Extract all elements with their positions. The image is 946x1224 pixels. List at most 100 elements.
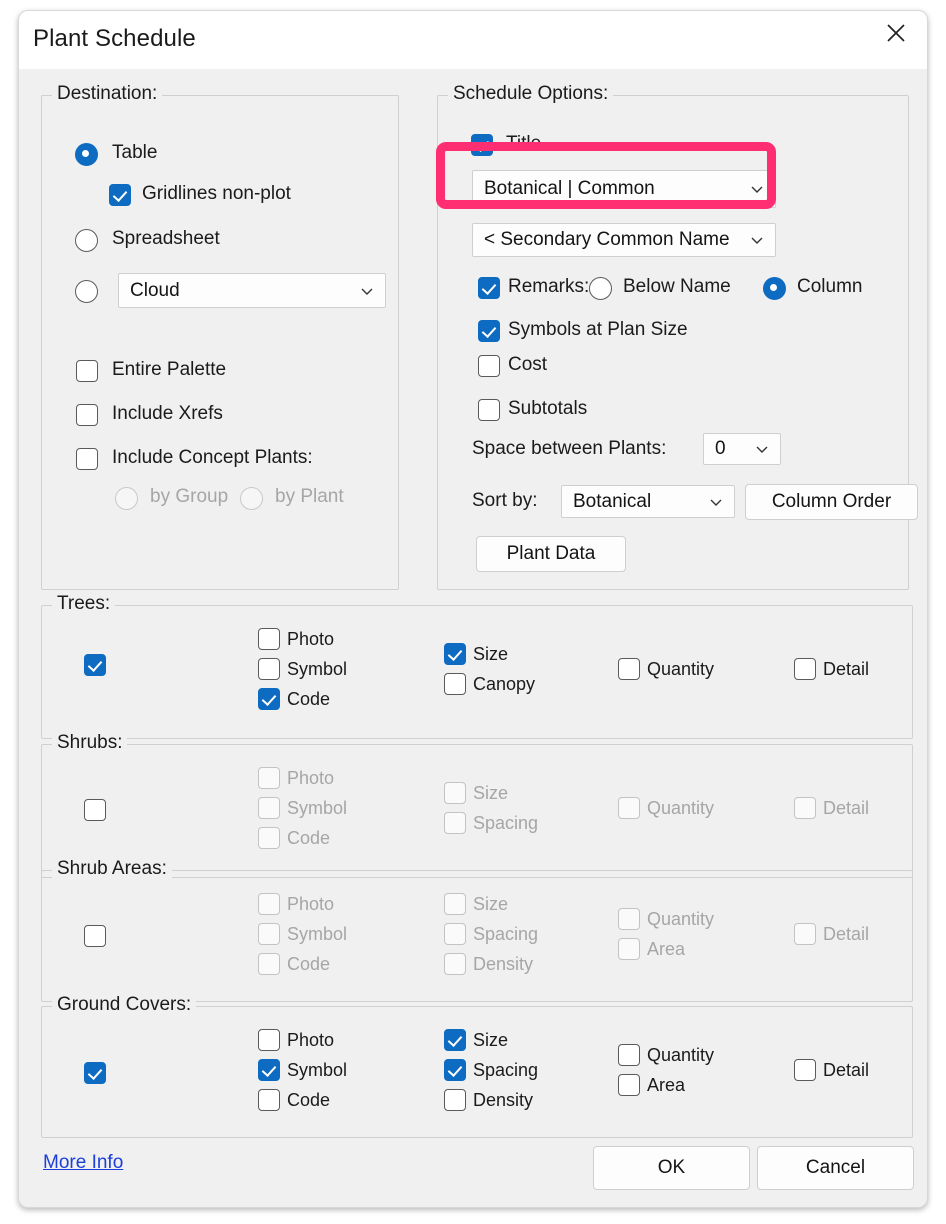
- radio-column-label: Column: [797, 276, 863, 297]
- checkbox-trees-quantity[interactable]: [618, 658, 640, 680]
- sort-by-select[interactable]: Botanical: [561, 485, 735, 518]
- close-icon[interactable]: [865, 11, 927, 55]
- checkbox-ground-covers-code-label: Code: [287, 1090, 331, 1110]
- checkbox-remarks[interactable]: [478, 277, 500, 299]
- radio-by-plant[interactable]: [240, 487, 263, 510]
- checkbox-trees-size-label: Size: [473, 644, 509, 664]
- category-enable-ground-covers[interactable]: [84, 1062, 106, 1084]
- radio-table-label: Table: [112, 142, 158, 163]
- chevron-down-icon: [750, 233, 764, 247]
- checkbox-ground-covers-area[interactable]: [618, 1074, 640, 1096]
- checkbox-subtotals[interactable]: [478, 399, 500, 421]
- checkbox-shrub-areas-spacing[interactable]: [444, 923, 466, 945]
- space-between-plants-select[interactable]: 0: [703, 433, 781, 465]
- checkbox-ground-covers-detail[interactable]: [794, 1059, 816, 1081]
- checkbox-shrub-areas-code[interactable]: [258, 953, 280, 975]
- checkbox-shrub-areas-symbol[interactable]: [258, 923, 280, 945]
- category-enable-shrub-areas[interactable]: [84, 925, 106, 947]
- checkbox-ground-covers-photo[interactable]: [258, 1029, 280, 1051]
- checkbox-shrub-areas-quantity[interactable]: [618, 908, 640, 930]
- radio-table[interactable]: [75, 143, 98, 166]
- checkbox-ground-covers-density[interactable]: [444, 1089, 466, 1111]
- checkbox-shrub-areas-code-label: Code: [287, 954, 331, 974]
- column-order-button[interactable]: Column Order: [745, 484, 918, 520]
- checkbox-trees-canopy-label: Canopy: [473, 674, 536, 694]
- checkbox-entire-palette[interactable]: [76, 360, 98, 382]
- checkbox-shrubs-detail[interactable]: [794, 797, 816, 819]
- chevron-down-icon: [709, 495, 723, 509]
- radio-spreadsheet[interactable]: [75, 229, 98, 252]
- checkbox-shrub-areas-area[interactable]: [618, 938, 640, 960]
- plant-data-button[interactable]: Plant Data: [476, 536, 626, 572]
- sort-by-label: Sort by:: [472, 490, 538, 511]
- checkbox-shrub-areas-detail[interactable]: [794, 923, 816, 945]
- checkbox-shrub-areas-area-label: Area: [647, 939, 686, 959]
- checkbox-subtotals-label: Subtotals: [508, 398, 588, 419]
- ok-button[interactable]: OK: [593, 1146, 750, 1190]
- checkbox-trees-canopy[interactable]: [444, 673, 466, 695]
- category-legend-shrub-areas: Shrub Areas:: [52, 858, 172, 880]
- category-legend-trees: Trees:: [52, 593, 116, 615]
- radio-column[interactable]: [763, 277, 786, 300]
- checkbox-shrub-areas-size[interactable]: [444, 893, 466, 915]
- secondary-name-select[interactable]: < Secondary Common Name: [472, 223, 776, 257]
- category-enable-shrubs[interactable]: [84, 799, 106, 821]
- radio-below-name-label: Below Name: [623, 276, 731, 297]
- checkbox-shrubs-code[interactable]: [258, 827, 280, 849]
- checkbox-ground-covers-quantity-label: Quantity: [647, 1045, 715, 1065]
- checkbox-shrubs-size[interactable]: [444, 782, 466, 804]
- secondary-name-value: < Secondary Common Name: [484, 229, 730, 250]
- chevron-down-icon: [750, 182, 764, 196]
- radio-below-name[interactable]: [589, 277, 612, 300]
- checkbox-trees-photo[interactable]: [258, 628, 280, 650]
- checkbox-ground-covers-spacing[interactable]: [444, 1059, 466, 1081]
- checkbox-trees-code-label: Code: [287, 689, 331, 709]
- checkbox-trees-size[interactable]: [444, 643, 466, 665]
- schedule-options-group: Schedule Options: Title Botanical | Comm…: [437, 83, 918, 590]
- radio-by-plant-label: by Plant: [275, 486, 344, 507]
- checkbox-cost[interactable]: [478, 355, 500, 377]
- checkbox-shrubs-quantity[interactable]: [618, 797, 640, 819]
- checkbox-shrubs-symbol[interactable]: [258, 797, 280, 819]
- radio-by-group[interactable]: [115, 487, 138, 510]
- name-format-select[interactable]: Botanical | Common: [472, 170, 776, 208]
- checkbox-gridlines-non-plot[interactable]: [109, 184, 131, 206]
- checkbox-include-xrefs-label: Include Xrefs: [112, 403, 223, 424]
- category-group-ground-covers: Ground Covers: Photo Symbol Code Size Spacing…: [41, 994, 913, 1138]
- title-bar: Plant Schedule: [19, 11, 927, 69]
- checkbox-ground-covers-size[interactable]: [444, 1029, 466, 1051]
- checkbox-shrub-areas-density[interactable]: [444, 953, 466, 975]
- checkbox-title[interactable]: [471, 134, 493, 156]
- checkbox-shrubs-photo[interactable]: [258, 767, 280, 789]
- radio-cloud[interactable]: [75, 280, 98, 303]
- space-between-plants-label: Space between Plants:: [472, 438, 667, 459]
- checkbox-include-xrefs[interactable]: [76, 404, 98, 426]
- checkbox-entire-palette-label: Entire Palette: [112, 359, 227, 380]
- checkbox-trees-quantity-label: Quantity: [647, 659, 715, 679]
- page-title: Plant Schedule: [33, 25, 196, 52]
- space-between-plants-value: 0: [715, 438, 726, 459]
- checkbox-shrub-areas-density-label: Density: [473, 954, 534, 974]
- checkbox-shrubs-spacing[interactable]: [444, 812, 466, 834]
- more-info-link[interactable]: More Info: [43, 1152, 123, 1174]
- checkbox-cost-label: Cost: [508, 354, 548, 375]
- checkbox-trees-symbol[interactable]: [258, 658, 280, 680]
- checkbox-shrub-areas-photo-label: Photo: [287, 894, 335, 914]
- checkbox-ground-covers-symbol[interactable]: [258, 1059, 280, 1081]
- checkbox-ground-covers-spacing-label: Spacing: [473, 1060, 539, 1080]
- checkbox-include-concept-plants[interactable]: [76, 448, 98, 470]
- category-enable-trees[interactable]: [84, 654, 106, 676]
- checkbox-include-concept-plants-label: Include Concept Plants:: [112, 447, 313, 468]
- checkbox-symbols-at-plan-size[interactable]: [478, 320, 500, 342]
- cancel-button[interactable]: Cancel: [757, 1146, 914, 1190]
- checkbox-ground-covers-quantity[interactable]: [618, 1044, 640, 1066]
- checkbox-shrubs-size-label: Size: [473, 783, 509, 803]
- checkbox-ground-covers-size-label: Size: [473, 1030, 509, 1050]
- cloud-destination-select[interactable]: Cloud: [118, 273, 386, 308]
- cloud-destination-value: Cloud: [130, 279, 180, 301]
- checkbox-trees-code[interactable]: [258, 688, 280, 710]
- checkbox-ground-covers-code[interactable]: [258, 1089, 280, 1111]
- checkbox-trees-detail[interactable]: [794, 658, 816, 680]
- checkbox-shrub-areas-photo[interactable]: [258, 893, 280, 915]
- checkbox-shrub-areas-symbol-label: Symbol: [287, 924, 348, 944]
